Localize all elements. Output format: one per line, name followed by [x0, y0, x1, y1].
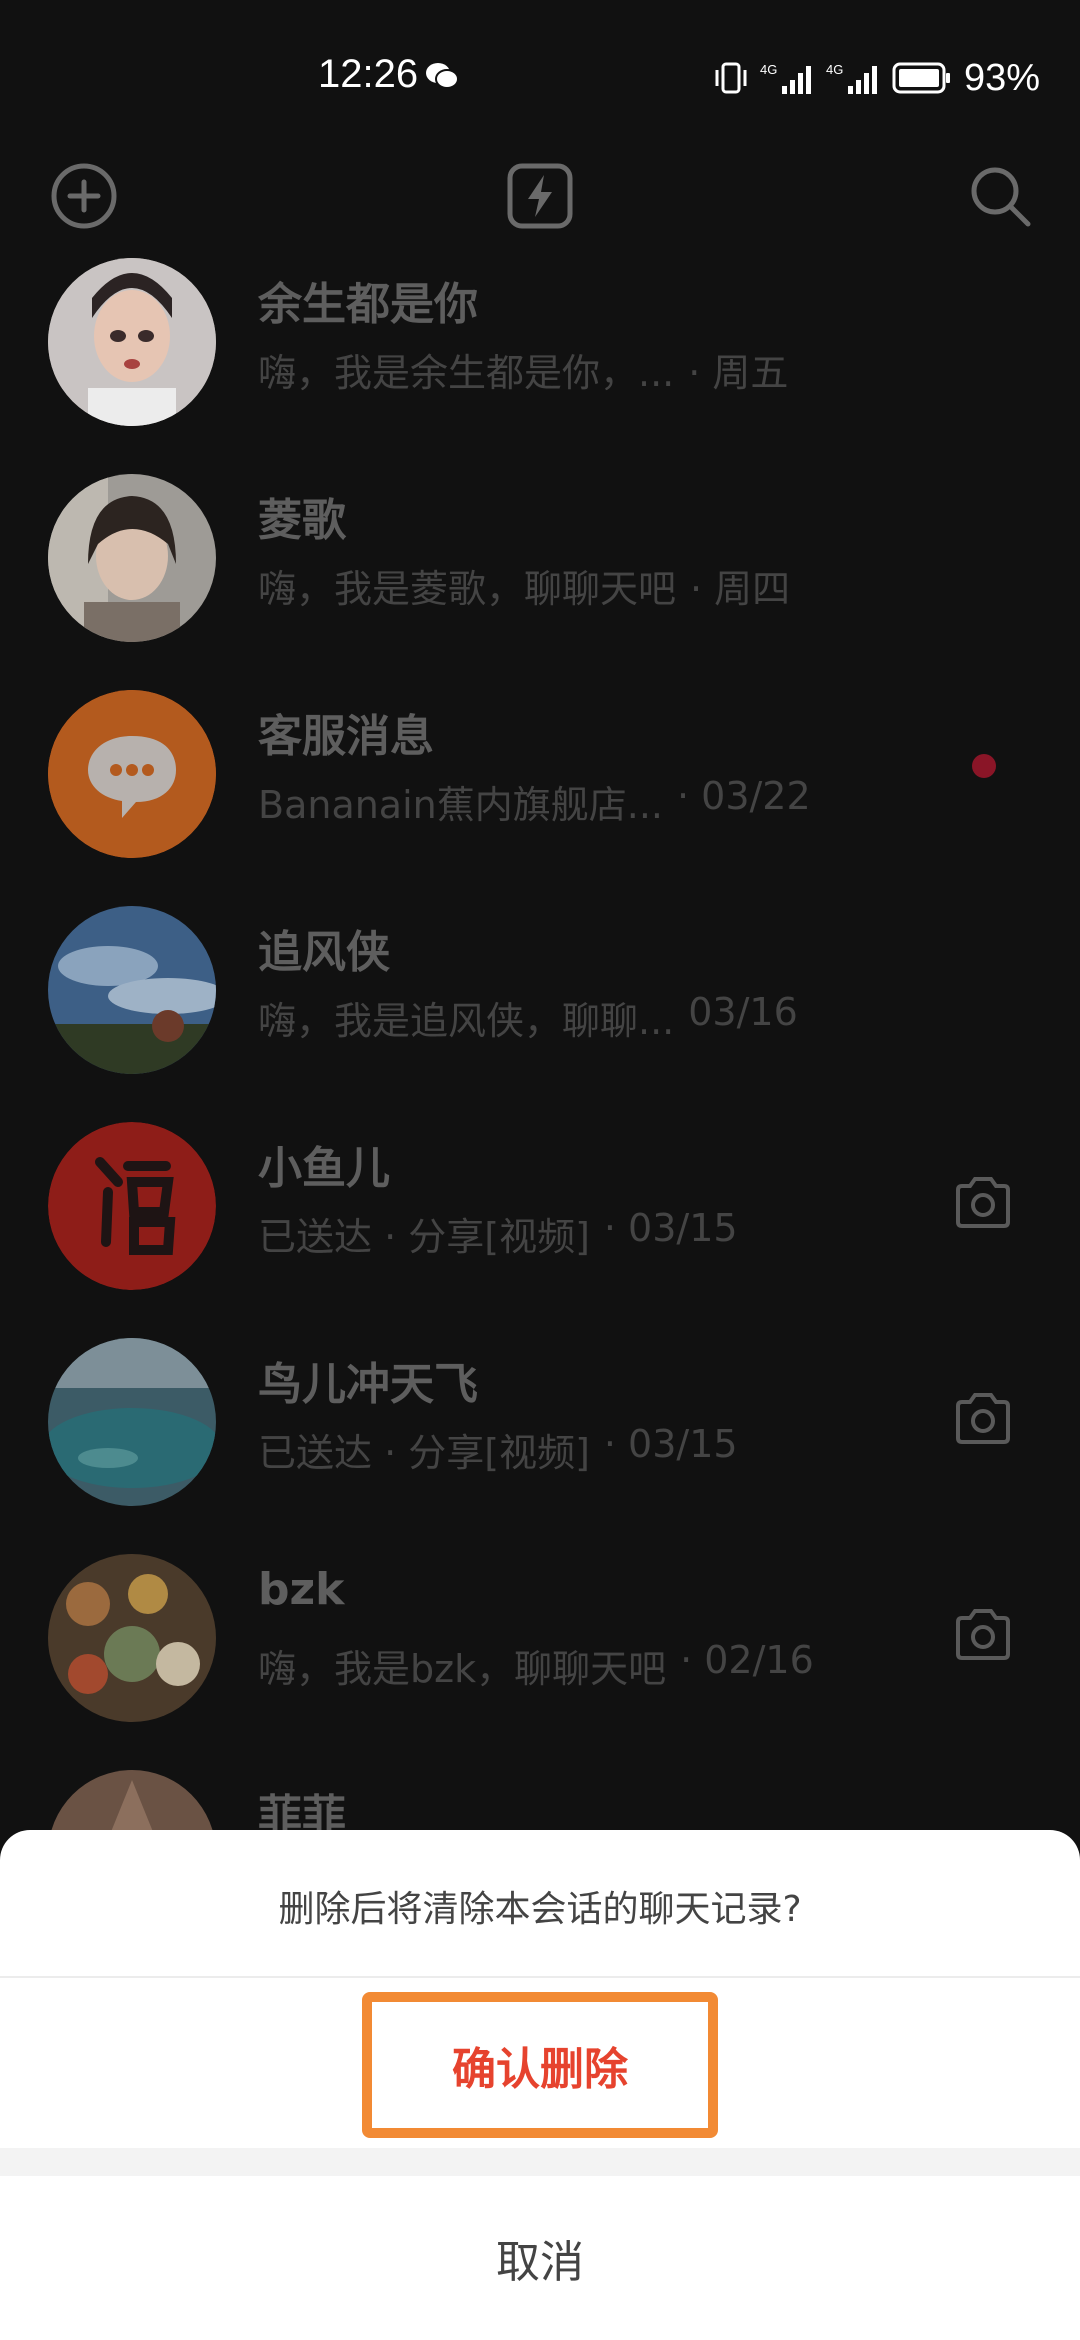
- conversation-item[interactable]: 客服消息 Bananain蕉内旗舰店... · 03/22: [0, 690, 1080, 906]
- conversation-item[interactable]: bzk 嗨，我是bzk，聊聊天吧 · 02/16: [0, 1554, 1080, 1770]
- wechat-icon: [426, 63, 459, 89]
- avatar-image: [48, 474, 216, 642]
- conversation-subtitle: Bananain蕉内旗舰店... · 03/22: [258, 774, 878, 829]
- conversation-preview: 嗨，我是余生都是你，...: [258, 351, 675, 395]
- status-bar: 12:26 4G 4G 93%: [0, 0, 1080, 150]
- avatar-image: [48, 1554, 216, 1722]
- plus-icon[interactable]: [48, 160, 120, 232]
- conversation-item[interactable]: 追风侠 嗨，我是追风侠，聊聊... 03/16: [0, 906, 1080, 1122]
- conversation-time: · 02/16: [680, 1638, 814, 1682]
- sheet-divider: [0, 1976, 1080, 1978]
- conversation-name: 鸟儿冲天飞: [258, 1359, 478, 1410]
- conversation-time: · 周五: [688, 351, 789, 395]
- conversation-subtitle: 嗨，我是bzk，聊聊天吧 · 02/16: [258, 1638, 878, 1693]
- conversation-time: · 周四: [690, 567, 791, 611]
- avatar: [48, 1338, 216, 1506]
- battery-icon: [892, 62, 950, 94]
- camera-icon[interactable]: [952, 1606, 1014, 1662]
- conversation-preview: 嗨，我是菱歌，聊聊天吧: [258, 567, 677, 611]
- conversation-subtitle: 嗨，我是追风侠，聊聊... 03/16: [258, 990, 878, 1045]
- avatar-image: [48, 1338, 216, 1506]
- avatar: [48, 474, 216, 642]
- avatar: [48, 258, 216, 426]
- sheet-message: 删除后将清除本会话的聊天记录?: [278, 1889, 802, 1930]
- sheet-separator: [0, 2148, 1080, 2176]
- vibrate-icon: [715, 62, 747, 94]
- cancel-button[interactable]: 取消: [0, 2176, 1080, 2340]
- svg-text:4G: 4G: [760, 62, 777, 77]
- conversation-name: 追风侠: [258, 927, 390, 978]
- avatar: [48, 1554, 216, 1722]
- flash-icon[interactable]: [504, 160, 576, 232]
- delete-confirm-sheet: 删除后将清除本会话的聊天记录? 确认删除 取消: [0, 1830, 1080, 2340]
- conversation-subtitle: 已送达 · 分享[视频] · 03/15: [258, 1206, 878, 1261]
- conversation-name: bzk: [258, 1564, 345, 1615]
- avatar: [48, 1122, 216, 1290]
- conversation-preview: 嗨，我是追风侠，聊聊...: [258, 999, 675, 1043]
- conversation-preview: 嗨，我是bzk，聊聊天吧: [258, 1647, 667, 1691]
- conversation-subtitle: 嗨，我是菱歌，聊聊天吧 · 周四: [258, 558, 878, 613]
- confirm-delete-button[interactable]: 确认删除: [372, 2002, 708, 2128]
- status-time: 12:26: [318, 52, 419, 96]
- conversation-subtitle: 已送达 · 分享[视频] · 03/15: [258, 1422, 878, 1477]
- conversation-item[interactable]: 菱歌 嗨，我是菱歌，聊聊天吧 · 周四: [0, 474, 1080, 690]
- conversation-name: 客服消息: [258, 711, 434, 762]
- chat-bubble-icon: [48, 690, 216, 858]
- avatar: [48, 906, 216, 1074]
- conversation-time: · 03/22: [676, 774, 811, 818]
- avatar-image: [48, 906, 216, 1074]
- avatar-image: [48, 1122, 216, 1290]
- screen: 12:26 4G 4G 93% 余生都是你 嗨，我是余生都是你，... · 周五…: [0, 0, 1080, 2340]
- svg-text:4G: 4G: [826, 62, 843, 77]
- conversation-time: · 03/15: [603, 1422, 738, 1466]
- conversation-time: 03/16: [688, 990, 798, 1034]
- camera-icon[interactable]: [952, 1390, 1014, 1446]
- conversation-name: 余生都是你: [258, 279, 478, 330]
- conversation-item[interactable]: 鸟儿冲天飞 已送达 · 分享[视频] · 03/15: [0, 1338, 1080, 1554]
- conversation-name: 菱歌: [258, 495, 346, 546]
- conversation-name: 小鱼儿: [258, 1143, 390, 1194]
- conversation-item[interactable]: 小鱼儿 已送达 · 分享[视频] · 03/15: [0, 1122, 1080, 1338]
- battery-percent: 93%: [963, 56, 1040, 99]
- signal-4g-icon: 4G: [760, 62, 811, 94]
- conversation-preview: 已送达 · 分享[视频]: [258, 1431, 590, 1475]
- search-icon[interactable]: [964, 160, 1036, 232]
- avatar-image: [48, 258, 216, 426]
- signal-4g-icon-2: 4G: [826, 62, 877, 94]
- avatar: [48, 690, 216, 858]
- confirm-delete-highlight: 确认删除: [362, 1992, 718, 2138]
- conversation-item[interactable]: 余生都是你 嗨，我是余生都是你，... · 周五: [0, 258, 1080, 474]
- camera-icon[interactable]: [952, 1174, 1014, 1230]
- status-right: 4G 4G 93%: [714, 50, 1040, 106]
- conversation-time: · 03/15: [603, 1206, 738, 1250]
- conversation-subtitle: 嗨，我是余生都是你，... · 周五: [258, 342, 878, 397]
- conversation-preview: Bananain蕉内旗舰店...: [258, 783, 663, 827]
- conversation-preview: 已送达 · 分享[视频]: [258, 1215, 590, 1259]
- unread-dot: [972, 754, 996, 778]
